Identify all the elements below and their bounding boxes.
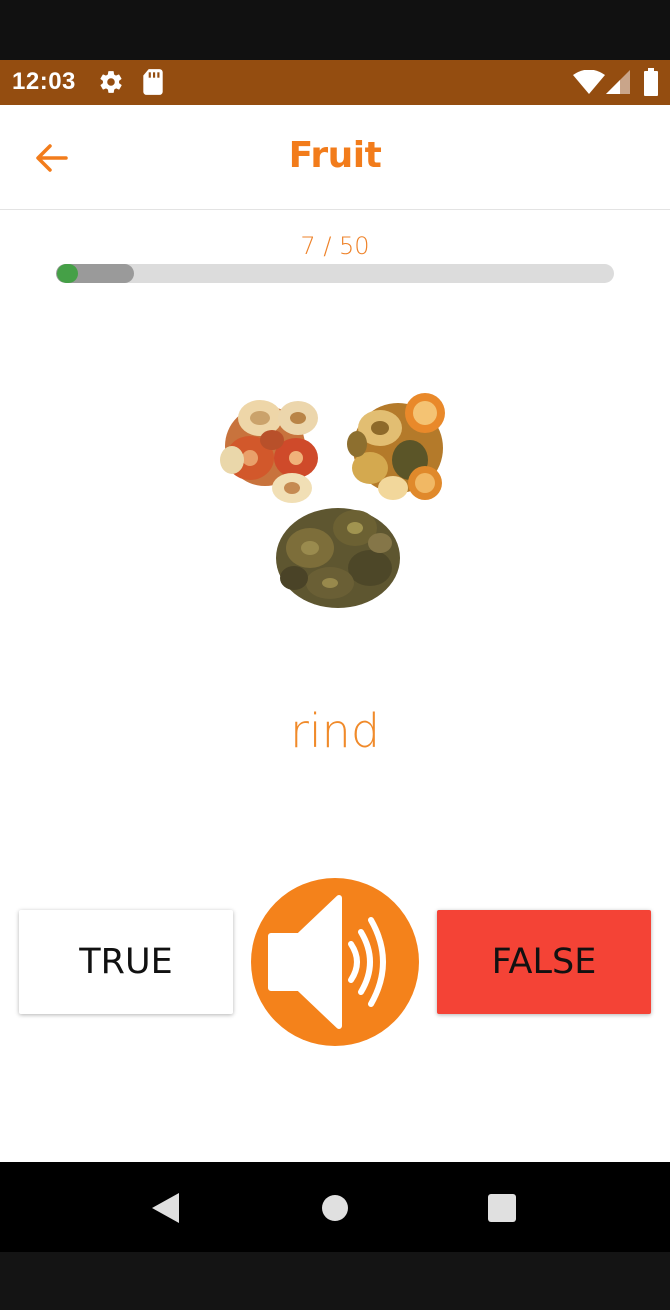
nav-back-button[interactable] bbox=[148, 1190, 184, 1226]
nav-recents-button[interactable] bbox=[484, 1190, 520, 1226]
speaker-icon bbox=[251, 878, 419, 1046]
progress-text: 7 / 50 bbox=[300, 232, 370, 260]
top-system-area bbox=[0, 0, 670, 60]
progress-bar bbox=[56, 264, 614, 283]
back-triangle-icon bbox=[152, 1193, 179, 1223]
app-bar: Fruit bbox=[0, 105, 670, 210]
nav-home-button[interactable] bbox=[317, 1190, 353, 1226]
wifi-icon bbox=[573, 69, 605, 98]
battery-icon bbox=[643, 68, 659, 100]
navigation-bar bbox=[0, 1162, 670, 1252]
gear-icon bbox=[98, 68, 124, 100]
dried-orange-pile bbox=[347, 393, 445, 500]
speaker-button[interactable] bbox=[251, 878, 419, 1046]
quiz-word: rind bbox=[289, 704, 381, 758]
false-button[interactable]: FALSE bbox=[437, 910, 651, 1014]
recents-square-icon bbox=[488, 1194, 516, 1222]
progress-indicator bbox=[57, 264, 78, 283]
quiz-content: 7 / 50 rind TRUE FALSE bbox=[0, 210, 670, 1162]
dried-kiwi-pile bbox=[276, 508, 400, 608]
bottom-system-area bbox=[0, 1252, 670, 1310]
home-circle-icon bbox=[322, 1195, 348, 1221]
signal-icon bbox=[606, 70, 630, 98]
sd-card-icon bbox=[142, 68, 164, 100]
dried-apple-pile bbox=[220, 400, 318, 503]
status-bar: 12:03 bbox=[0, 60, 670, 105]
true-button[interactable]: TRUE bbox=[19, 910, 233, 1014]
page-title: Fruit bbox=[288, 135, 382, 176]
status-time: 12:03 bbox=[12, 68, 76, 95]
dried-fruit-image bbox=[220, 393, 445, 608]
